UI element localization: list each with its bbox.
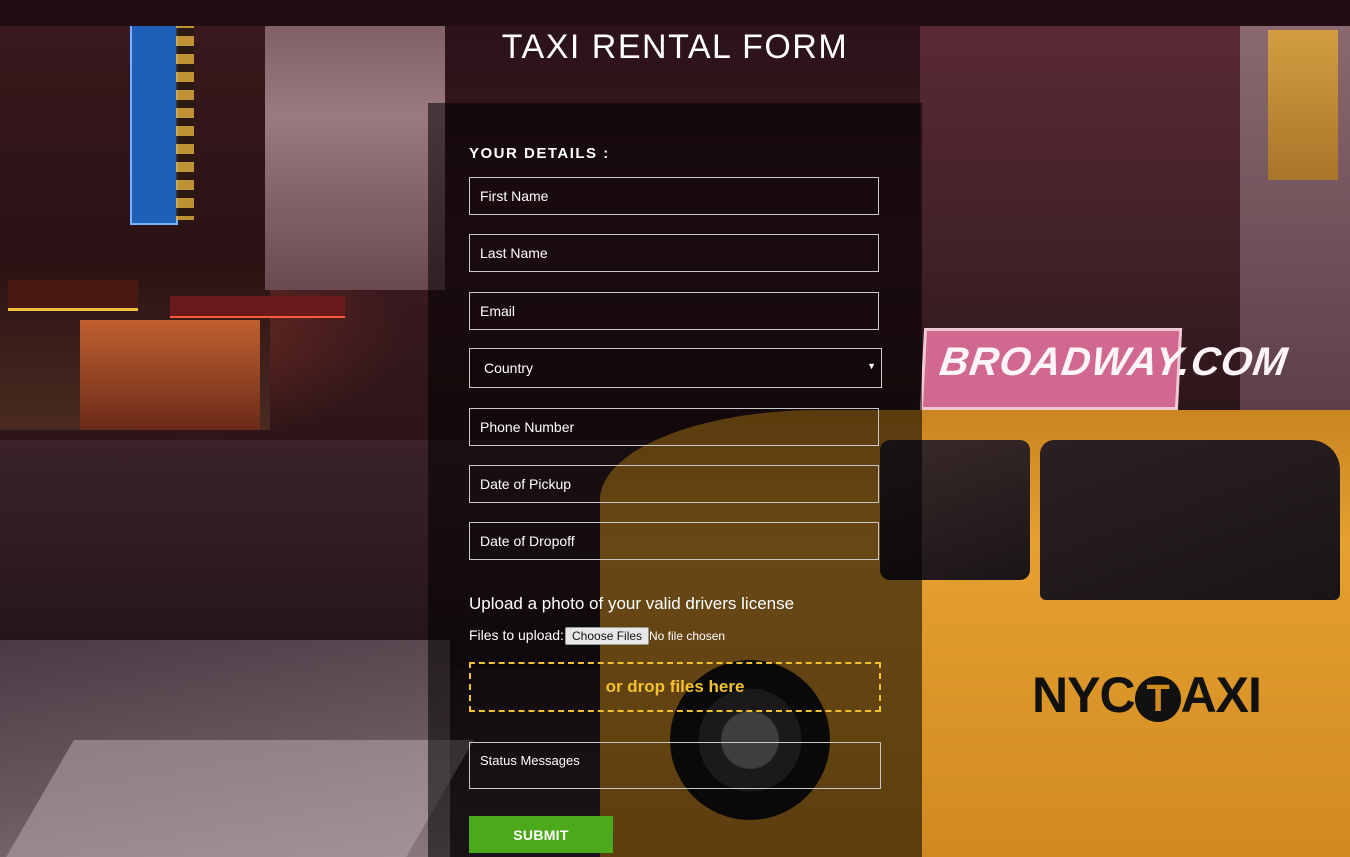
- dropoff-date-input[interactable]: [469, 522, 879, 560]
- top-strip: [0, 0, 1350, 26]
- neon-sign: [8, 280, 138, 311]
- upload-title: Upload a photo of your valid drivers lic…: [469, 594, 795, 613]
- last-name-input[interactable]: [469, 234, 879, 272]
- taxi-roof-sign-text: BROADWAY.COM: [936, 340, 1291, 384]
- file-dropzone[interactable]: or drop files here: [469, 662, 881, 712]
- storefront: [80, 320, 260, 430]
- taxi-window: [1040, 440, 1340, 600]
- section-title: YOUR DETAILS :: [469, 145, 610, 162]
- crosswalk: [6, 740, 474, 857]
- nyc-taxi-logo-axi: AXI: [1180, 667, 1262, 723]
- dropzone-label: or drop files here: [605, 677, 745, 696]
- choose-files-button[interactable]: Choose Files: [565, 627, 650, 645]
- pickup-date-input[interactable]: [469, 465, 879, 503]
- email-input[interactable]: [469, 292, 879, 330]
- neon-sign-red: [170, 296, 345, 318]
- phone-number-input[interactable]: [469, 408, 879, 446]
- no-file-chosen-text: No file chosen: [649, 629, 726, 643]
- status-messages-textarea[interactable]: [469, 742, 881, 789]
- submit-button[interactable]: SUBMIT: [469, 816, 613, 853]
- nyc-taxi-logo-t: T: [1134, 675, 1181, 722]
- nyc-taxi-logo-nyc: NYC: [1032, 667, 1136, 723]
- first-name-input[interactable]: [469, 177, 879, 215]
- country-select[interactable]: Country ▼: [469, 348, 882, 388]
- page-title: TAXI RENTAL FORM: [501, 28, 849, 66]
- caret-down-icon: ▼: [867, 361, 876, 371]
- country-select-value: Country: [484, 360, 534, 376]
- files-to-upload-label: Files to upload:: [469, 627, 564, 643]
- nyc-taxi-logo: NYC T AXI: [1032, 666, 1262, 724]
